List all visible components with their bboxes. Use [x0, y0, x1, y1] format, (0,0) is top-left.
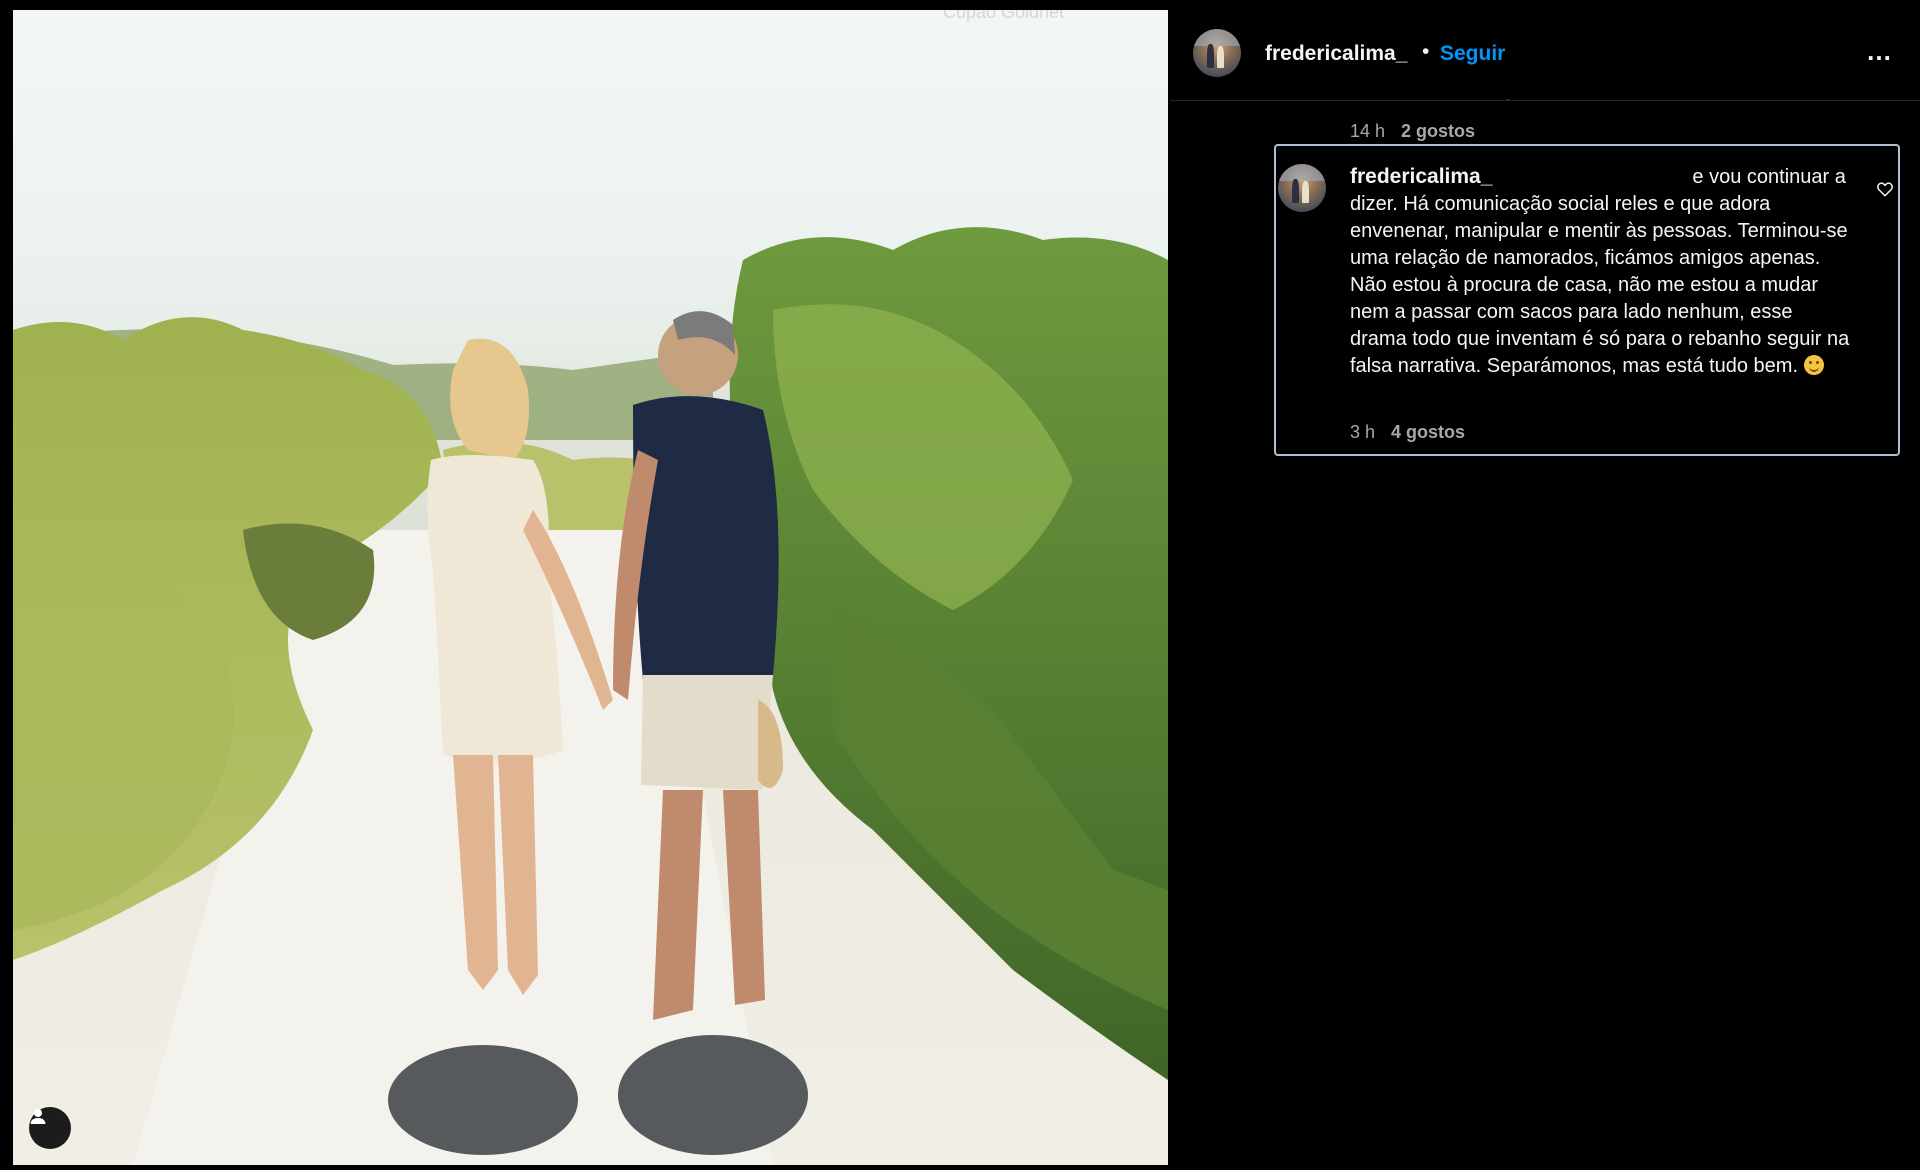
comment-time: 3 h — [1350, 422, 1376, 442]
author-username[interactable]: fredericalima_ — [1265, 42, 1407, 66]
photo-scene — [13, 227, 1168, 1165]
comment-meta: 3 h 4 gostos — [1350, 422, 1465, 443]
watermark-text: Cupão Goldnet — [943, 10, 1065, 22]
more-options-icon[interactable]: … — [1866, 36, 1894, 67]
previous-comment-meta: 14 h 2 gostos — [1350, 121, 1475, 142]
comment-line1-tail: e vou continuar — [1692, 166, 1830, 188]
previous-comment-fragment — [1350, 92, 1800, 100]
comment-avatar[interactable] — [1278, 164, 1326, 212]
comment-likes[interactable]: 4 gostos — [1391, 422, 1465, 442]
follow-button[interactable]: Seguir — [1440, 42, 1505, 66]
previous-comment-likes[interactable]: 2 gostos — [1401, 121, 1475, 141]
smiling-face-emoji — [1803, 355, 1824, 375]
author-avatar[interactable] — [1193, 29, 1241, 77]
comment-body: a dizer. Há comunicação social reles e q… — [1350, 166, 1850, 377]
user-icon — [30, 1109, 46, 1124]
like-heart-icon[interactable] — [1876, 180, 1894, 198]
comment-text: fredericalima_ e vou continuar a dizer. H… — [1350, 163, 1850, 380]
post-photo[interactable]: Cupão Goldnet — [13, 10, 1168, 1165]
separator-dot: • — [1422, 40, 1430, 63]
highlighted-comment: fredericalima_ e vou continuar a dizer. H… — [1274, 144, 1900, 456]
previous-comment-time: 14 h — [1350, 121, 1386, 141]
comment-username[interactable]: fredericalima_ — [1350, 165, 1492, 188]
post-header: fredericalima_ • Seguir … — [1170, 0, 1920, 101]
post-panel: fredericalima_ • Seguir … 14 h 2 gostos f… — [1170, 0, 1920, 1170]
tagged-users-button[interactable] — [29, 1107, 71, 1149]
